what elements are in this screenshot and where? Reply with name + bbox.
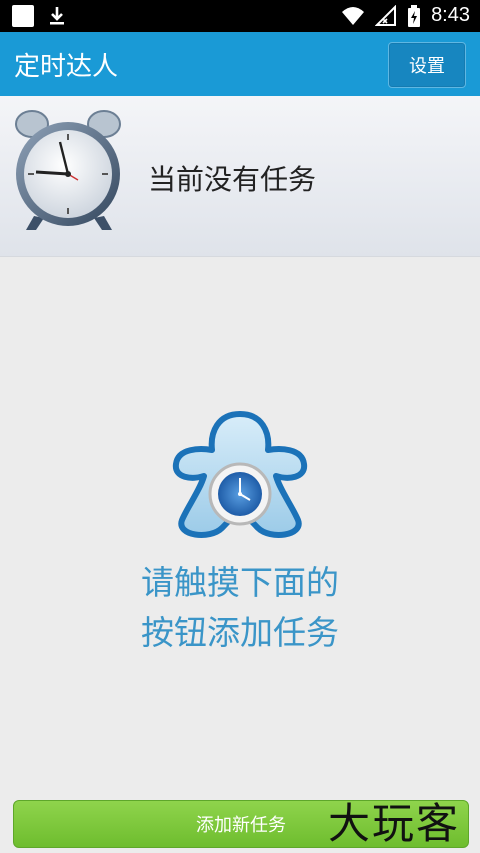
notification-app-icon — [12, 5, 34, 27]
app-title: 定时达人 — [14, 52, 119, 82]
app-bar: 定时达人 设置 — [0, 32, 480, 96]
hint-line-2: 按钮添加任务 — [141, 613, 339, 652]
wifi-icon — [342, 6, 365, 25]
watermark-logo: 大玩客 — [328, 799, 461, 848]
download-icon — [50, 7, 64, 25]
hint-line-1: 请触摸下面的 — [141, 563, 339, 602]
battery-icon — [408, 4, 421, 27]
alarm-clock-icon — [15, 110, 121, 230]
status-bar-left — [12, 5, 68, 27]
status-time: 8:43 — [431, 4, 470, 26]
status-bar: 8:43 — [0, 0, 480, 32]
status-bar-right: 8:43 — [341, 4, 470, 27]
signal-icon — [375, 4, 397, 26]
status-header: 当前没有任务 — [0, 96, 480, 257]
no-task-text: 当前没有任务 — [148, 163, 317, 196]
settings-button[interactable]: 设置 — [388, 42, 466, 88]
mascot-clock-icon — [172, 411, 308, 538]
